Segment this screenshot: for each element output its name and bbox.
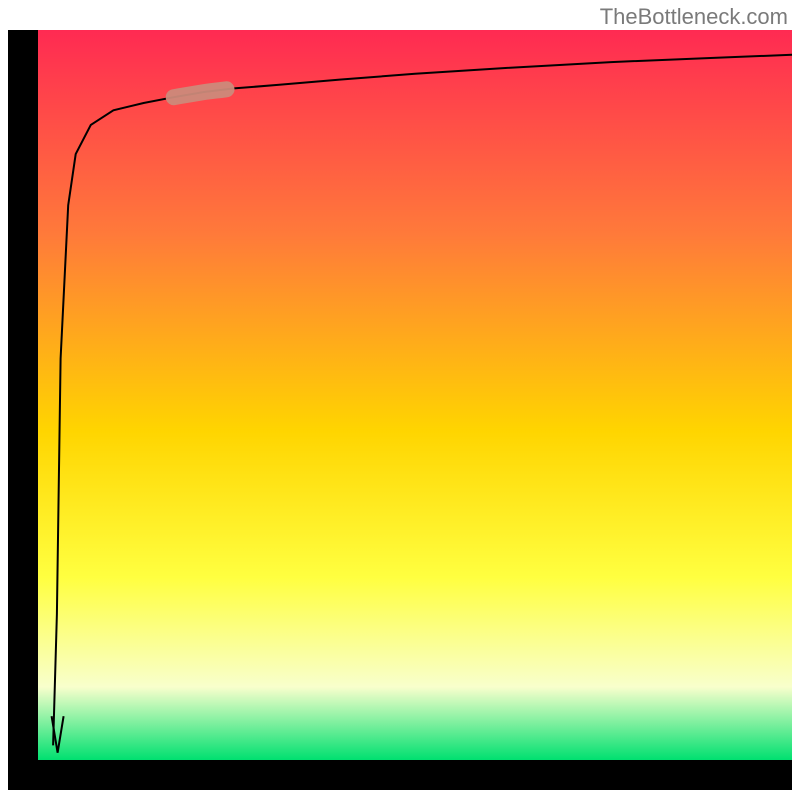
y-axis [8,30,38,760]
curve-highlight-marker [174,89,227,97]
chart-container: { "watermark": "TheBottleneck.com", "col… [0,0,800,800]
watermark-text: TheBottleneck.com [600,4,788,30]
chart-svg [0,0,800,800]
x-axis [8,760,792,790]
plot-area-gradient [38,30,792,760]
